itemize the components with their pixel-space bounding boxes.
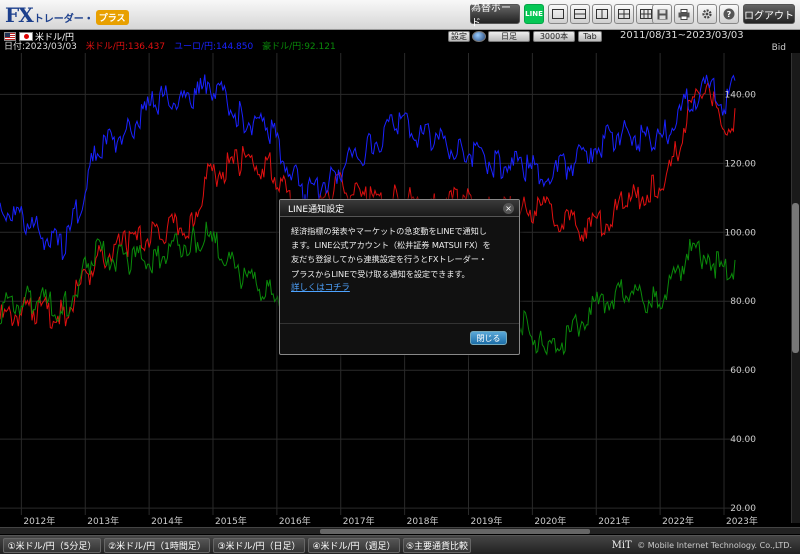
rate-board-button[interactable]: 為替ボード [470,3,520,29]
logout-button[interactable]: ログアウト [743,4,795,24]
save-icon [657,9,667,19]
svg-text:?: ? [727,10,732,19]
info-line: 日付:2023/03/03 米ドル/円:136.437 ユーロ/円:144.85… [4,42,342,53]
count-select[interactable]: 3000本 [533,31,575,42]
y-tick-label: 100.00 [725,228,757,238]
layout-multi-icon [640,9,652,19]
info-usd: 米ドル/円:136.437 [85,42,166,52]
dialog-divider [280,323,519,324]
copyright-text: © Mobile Internet Technology. Co.,LTD. [637,541,792,550]
x-tick-label: 2012年 [23,515,55,525]
print-icon [678,8,690,20]
info-aud: 豪ドル/円:92.121 [262,42,336,52]
dialog-line-3: 友だち登録してから連携設定を行うとFXトレーダー・ [291,254,487,265]
layout-quad-icon [618,9,630,19]
layout-vsplit-icon [596,9,608,19]
jp-flag-icon [19,31,33,41]
print-button[interactable] [674,4,694,24]
date-range: 2011/08/31~2023/03/03 [620,30,744,41]
x-tick-label: 2014年 [151,515,183,525]
layout-quad-button[interactable] [614,4,634,24]
y-tick-label: 80.00 [730,297,756,307]
settings-button[interactable] [697,4,717,24]
chart-settings-button[interactable]: 設定 [448,31,470,42]
dialog-close-icon[interactable]: × [503,203,514,214]
theme-button[interactable] [472,31,486,42]
dialog-body: 経済指標の発表やマーケットの急変動をLINEで通知し ます。LINE公式アカウン… [280,217,519,295]
layout-single-button[interactable] [548,4,568,24]
layout-hsplit-button[interactable] [570,4,590,24]
bottom-tab-3[interactable]: ③米ドル/円（日足） [213,538,305,553]
bottom-tab-bar: ①米ドル/円（5分足） ②米ドル/円（1時間足） ③米ドル/円（日足） ④米ドル… [0,535,800,554]
logo-fx: FX [5,3,34,27]
logo-sub: トレーダー・ [33,13,94,25]
mit-logo: MiT [611,540,632,551]
dialog-line-4: プラスからLINEで受け取る通知を設定できます。 [291,268,470,279]
y-tick-label: 20.00 [730,504,756,514]
dialog-title: LINE通知設定 [288,204,345,215]
x-tick-label: 2019年 [470,515,502,525]
logo-badge: プラス [95,9,129,25]
vertical-scroll-thumb[interactable] [792,203,799,353]
x-tick-label: 2018年 [407,515,439,525]
vertical-scrollbar[interactable] [791,53,800,523]
save-button[interactable] [652,4,672,24]
app-window: FX トレーダー・ プラス 為替ボード LINE ? ログアウト 米ドル/円 設… [0,0,800,554]
layout-vsplit-button[interactable] [592,4,612,24]
info-date: 日付:2023/03/03 [4,42,77,52]
x-tick-label: 2022年 [662,515,694,525]
dialog-close-button[interactable]: 閉じる [470,331,507,345]
period-select[interactable]: 日足 [488,31,530,42]
help-button[interactable]: ? [719,4,739,24]
dialog-header: LINE通知設定 × [280,200,519,217]
x-tick-label: 2020年 [534,515,566,525]
top-toolbar: FX トレーダー・ プラス 為替ボード LINE ? ログアウト [0,0,800,30]
dialog-line-2: ます。LINE公式アカウント（松井証券 MATSUI FX）を [291,240,491,251]
tab-button[interactable]: Tab [578,31,602,42]
y-tick-label: 40.00 [730,435,756,445]
bottom-tab-2[interactable]: ②米ドル/円（1時間足） [104,538,210,553]
help-icon: ? [723,8,735,20]
x-tick-label: 2021年 [598,515,630,525]
pair-label: 米ドル/円 [35,32,75,43]
x-tick-label: 2013年 [87,515,119,525]
dialog-line-1: 経済指標の発表やマーケットの急変動をLINEで通知し [291,226,487,236]
y-tick-label: 60.00 [730,366,756,376]
bottom-tab-1[interactable]: ①米ドル/円（5分足） [3,538,101,553]
line-button[interactable]: LINE [524,4,544,24]
details-link[interactable]: 詳しくはコチラ [291,281,510,295]
x-tick-label: 2016年 [279,515,311,525]
y-tick-label: 120.00 [725,159,757,169]
line-notify-dialog: LINE通知設定 × 経済指標の発表やマーケットの急変動をLINEで通知し ます… [279,199,520,355]
gear-icon [702,9,712,19]
bottom-tab-5[interactable]: ⑤主要通貨比較 [403,538,471,553]
info-eur: ユーロ/円:144.850 [173,42,254,52]
layout-single-icon [552,9,564,19]
app-logo: FX トレーダー・ プラス [5,3,129,27]
pair-tab[interactable]: 米ドル/円 [4,30,75,43]
horizontal-scrollbar[interactable] [0,527,800,534]
bottom-tab-4[interactable]: ④米ドル/円（週足） [308,538,400,553]
x-tick-label: 2017年 [343,515,375,525]
x-tick-label: 2023年 [726,515,758,525]
y-tick-label: 140.00 [725,90,757,100]
horizontal-scroll-thumb[interactable] [320,529,590,534]
x-tick-label: 2015年 [215,515,247,525]
layout-hsplit-icon [574,9,586,19]
bid-label: Bid [771,43,786,53]
us-flag-icon [4,31,16,41]
copyright: MiT © Mobile Internet Technology. Co.,LT… [612,540,792,551]
